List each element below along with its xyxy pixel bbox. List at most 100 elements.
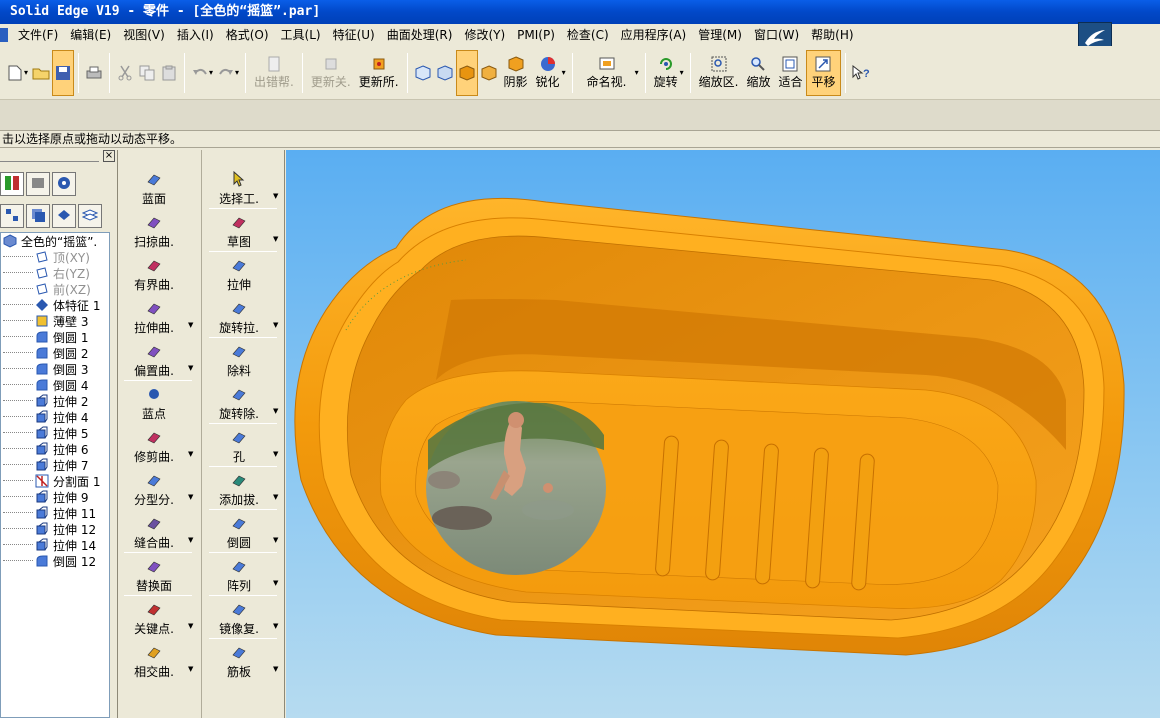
cut-button[interactable]	[114, 50, 136, 96]
cmd-keypoint-curve[interactable]: 关键点.	[118, 600, 190, 637]
cmd-parting-split[interactable]: 分型分.	[118, 471, 190, 508]
menu-insert[interactable]: 插入(I)	[171, 24, 220, 46]
chevron-down-icon[interactable]: ▼	[273, 192, 278, 200]
chevron-down-icon[interactable]: ▼	[188, 493, 193, 501]
redo-dropdown-icon[interactable]: ▾	[235, 68, 239, 77]
undo-button[interactable]	[189, 50, 211, 96]
tree-item[interactable]: 拉伸 9	[1, 489, 109, 505]
tree-item[interactable]: 倒圆 3	[1, 361, 109, 377]
cmd-mirror-copy[interactable]: 镜像复.	[203, 600, 275, 637]
menu-manage[interactable]: 管理(M)	[692, 24, 748, 46]
cmd-rib[interactable]: 筋板	[203, 643, 275, 680]
tab-layers[interactable]	[52, 172, 76, 196]
tab-feature-library[interactable]	[26, 172, 50, 196]
zoom-area-button[interactable]: 缩放区.	[695, 50, 743, 96]
menu-tools[interactable]: 工具(L)	[275, 24, 327, 46]
shaded-view-button[interactable]	[455, 49, 478, 96]
chevron-down-icon[interactable]: ▼	[273, 321, 278, 329]
front-view-button[interactable]	[434, 50, 456, 96]
cmd-blue-dot[interactable]: 蓝点	[118, 385, 190, 422]
update-related-button[interactable]: 更新关.	[307, 50, 355, 96]
zoom-button[interactable]: 缩放	[742, 50, 774, 96]
pan-button[interactable]: 平移	[806, 49, 841, 96]
cmd-bounded-surface[interactable]: 有界曲.	[118, 256, 190, 293]
menu-window[interactable]: 窗口(W)	[748, 24, 805, 46]
chevron-down-icon[interactable]: ▼	[188, 321, 193, 329]
whats-this-help-button[interactable]: ?	[850, 50, 872, 96]
tree-item[interactable]: 拉伸 4	[1, 409, 109, 425]
menu-pmi[interactable]: PMI(P)	[511, 24, 561, 46]
document-icon[interactable]	[0, 28, 8, 42]
cmd-trim-surface[interactable]: 修剪曲.	[118, 428, 190, 465]
tree-item[interactable]: 拉伸 5	[1, 425, 109, 441]
print-button[interactable]	[83, 50, 105, 96]
menu-edit[interactable]: 编辑(E)	[64, 24, 117, 46]
cmd-sketch[interactable]: 草图	[203, 213, 275, 250]
redo-button[interactable]	[215, 50, 237, 96]
cmd-swept-surface[interactable]: 扫掠曲.	[118, 213, 190, 250]
update-all-button[interactable]: 更新所.	[355, 50, 403, 96]
tab-assembly[interactable]	[52, 204, 76, 228]
menu-file[interactable]: 文件(F)	[12, 24, 64, 46]
cmd-round[interactable]: 倒圆	[203, 514, 275, 551]
tree-item[interactable]: 顶(XY)	[1, 249, 109, 265]
paste-button[interactable]	[158, 50, 180, 96]
menu-view[interactable]: 视图(V)	[117, 24, 171, 46]
chevron-down-icon[interactable]: ▼	[273, 579, 278, 587]
named-view-button[interactable]: 命名视.	[577, 50, 637, 96]
cradle-body[interactable]	[294, 197, 1125, 656]
tree-item[interactable]: 体特征 1	[1, 297, 109, 313]
tree-item[interactable]: 倒圆 2	[1, 345, 109, 361]
menu-help[interactable]: 帮助(H)	[805, 24, 859, 46]
tree-item[interactable]: 拉伸 7	[1, 457, 109, 473]
visible-edges-button[interactable]	[478, 50, 500, 96]
chevron-down-icon[interactable]: ▼	[273, 235, 278, 243]
tree-root-item[interactable]: 全色的“摇篮”.	[1, 233, 109, 249]
tab-feature-pathfinder[interactable]	[0, 172, 24, 196]
menu-applications[interactable]: 应用程序(A)	[615, 24, 693, 46]
menu-surfacing[interactable]: 曲面处理(R)	[381, 24, 459, 46]
copy-button[interactable]	[136, 50, 158, 96]
cmd-revolved-cutout[interactable]: 旋转除.	[203, 385, 275, 422]
chevron-down-icon[interactable]: ▼	[273, 450, 278, 458]
tree-item[interactable]: 薄壁 3	[1, 313, 109, 329]
tree-item[interactable]: 拉伸 12	[1, 521, 109, 537]
tree-item[interactable]: 倒圆 12	[1, 553, 109, 569]
menu-format[interactable]: 格式(O)	[220, 24, 275, 46]
shading-button[interactable]: 阴影	[500, 50, 532, 96]
menu-inspect[interactable]: 检查(C)	[561, 24, 615, 46]
cmd-pattern[interactable]: 阵列	[203, 557, 275, 594]
edgebar-grip[interactable]	[0, 155, 99, 162]
rotate-dropdown-icon[interactable]: ▾	[680, 68, 684, 77]
cmd-cutout[interactable]: 除料	[203, 342, 275, 379]
title-bar[interactable]: Solid Edge V19 - 零件 - [全色的“摇篮”.par]	[0, 0, 1160, 24]
cmd-extrude[interactable]: 拉伸	[203, 256, 275, 293]
tree-item[interactable]: 倒圆 4	[1, 377, 109, 393]
cmd-intersection-curve[interactable]: 相交曲.	[118, 643, 190, 680]
error-help-button[interactable]: 出错帮.	[250, 50, 298, 96]
rotate-button[interactable]: 旋转	[650, 50, 682, 96]
cmd-replace-face[interactable]: 替换面	[118, 557, 190, 594]
chevron-down-icon[interactable]: ▼	[273, 493, 278, 501]
tree-item[interactable]: 拉伸 11	[1, 505, 109, 521]
fit-button[interactable]: 适合	[774, 50, 806, 96]
cmd-select-tool[interactable]: 选择工.	[203, 170, 275, 207]
cmd-hole[interactable]: 孔	[203, 428, 275, 465]
menu-modify[interactable]: 修改(Y)	[458, 24, 511, 46]
photo-decal[interactable]	[426, 401, 606, 575]
feature-tree[interactable]: 全色的“摇篮”. 顶(XY) 右(YZ) 前(XZ) 体特征 1 薄壁 3 倒圆 1 倒圆 2…	[0, 232, 110, 718]
menu-features[interactable]: 特征(U)	[327, 24, 381, 46]
chevron-down-icon[interactable]: ▼	[273, 665, 278, 673]
tree-item[interactable]: 前(XZ)	[1, 281, 109, 297]
new-dropdown-icon[interactable]: ▾	[24, 68, 28, 77]
chevron-down-icon[interactable]: ▼	[188, 665, 193, 673]
cmd-add-draft[interactable]: 添加拔.	[203, 471, 275, 508]
tree-item[interactable]: 分割面 1	[1, 473, 109, 489]
tree-item[interactable]: 拉伸 2	[1, 393, 109, 409]
new-button[interactable]	[4, 50, 26, 96]
tab-family[interactable]	[26, 204, 50, 228]
tree-item[interactable]: 拉伸 6	[1, 441, 109, 457]
tree-item[interactable]: 倒圆 1	[1, 329, 109, 345]
chevron-down-icon[interactable]: ▼	[188, 536, 193, 544]
tree-item[interactable]: 右(YZ)	[1, 265, 109, 281]
